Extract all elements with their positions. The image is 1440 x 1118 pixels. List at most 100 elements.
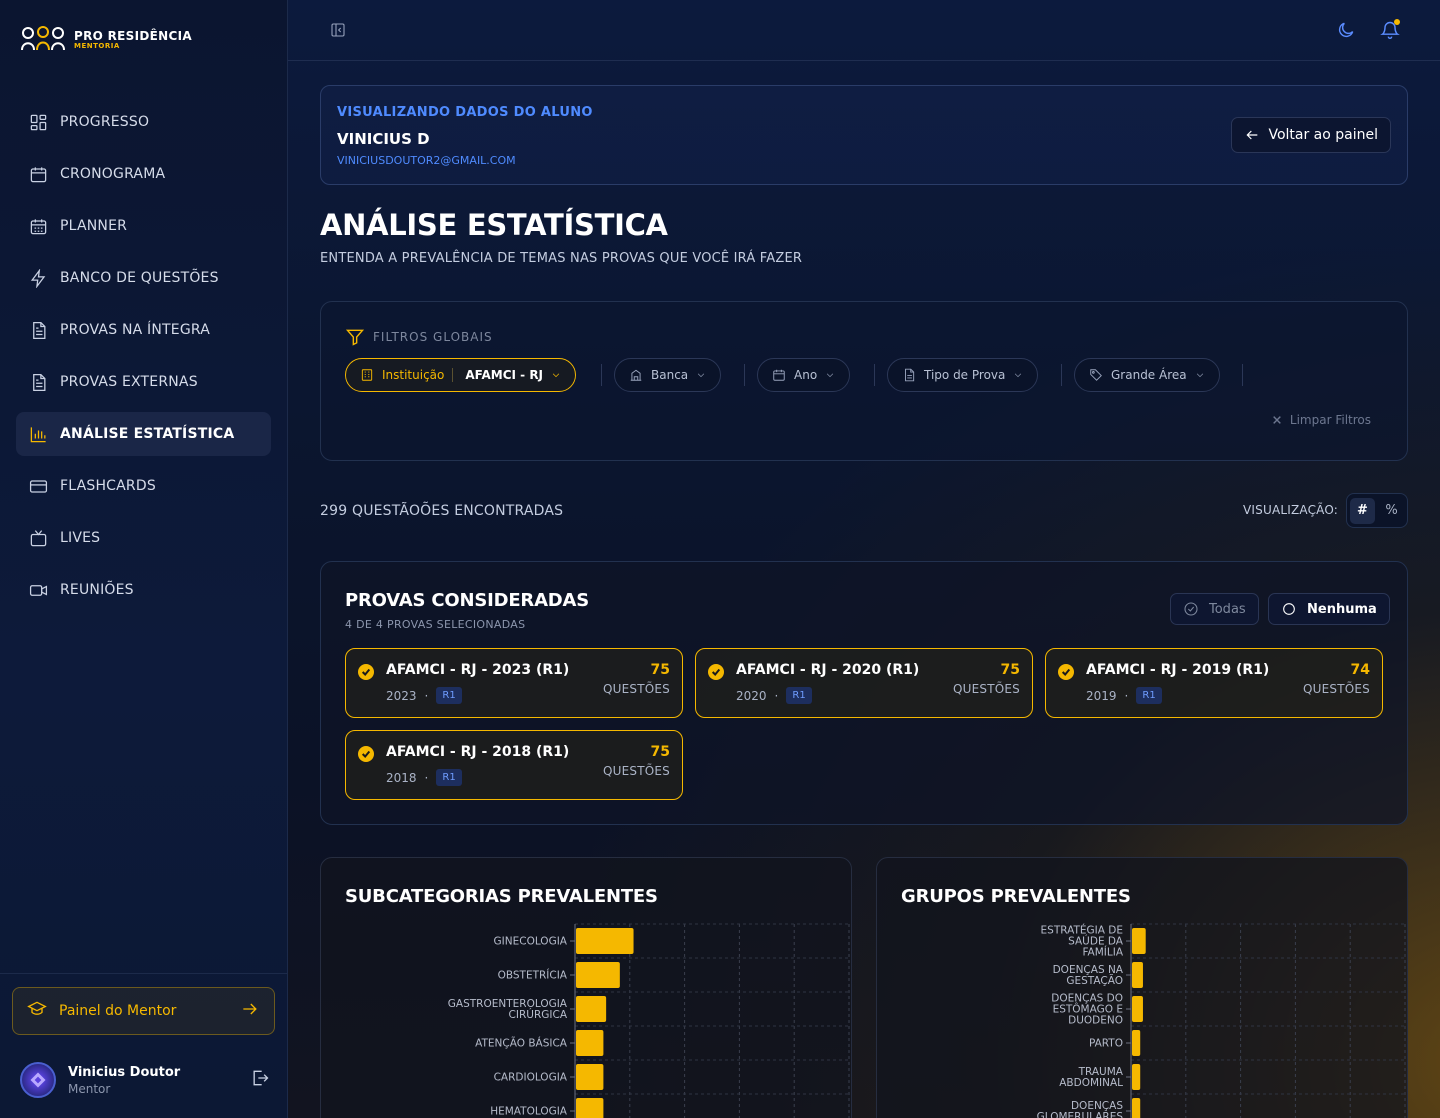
tick-label: GASTROENTEROLOGIA CIRÚRGICA xyxy=(448,998,568,1021)
tick-label: DOENÇAS DO ESTÔMAGO E DUODENO xyxy=(1051,993,1123,1027)
percent-mode-button[interactable]: % xyxy=(1379,498,1404,524)
back-to-panel-label: Voltar ao painel xyxy=(1268,127,1378,143)
ano-filter[interactable]: Ano xyxy=(757,358,851,392)
banca-filter[interactable]: Banca xyxy=(614,358,722,392)
check-icon xyxy=(1058,664,1074,680)
graduation-cap-icon xyxy=(27,999,47,1023)
clear-filters-button[interactable]: Limpar Filtros xyxy=(1272,413,1371,427)
bar[interactable] xyxy=(576,1030,604,1056)
bar[interactable] xyxy=(576,996,607,1022)
sidebar-item-label: REUNIÕES xyxy=(60,582,134,598)
brand-name: PRO RESIDÊNCIA xyxy=(74,28,192,43)
sidebar-item-reunioes[interactable]: REUNIÕES xyxy=(16,568,271,612)
topbar xyxy=(288,0,1440,61)
close-icon xyxy=(1273,416,1281,424)
divider xyxy=(874,364,875,386)
avatar[interactable] xyxy=(20,1062,56,1098)
sidebar-item-label: PLANNER xyxy=(60,218,128,234)
sidebar-item-analise-estatistica[interactable]: ANÁLISE ESTATÍSTICA xyxy=(16,412,271,456)
divider xyxy=(601,364,602,386)
check-circle-icon xyxy=(1184,602,1198,616)
mentor-panel-button[interactable]: Painel do Mentor xyxy=(12,987,275,1035)
sidebar-item-provas-na-integra[interactable]: PROVAS NA ÍNTEGRA xyxy=(16,308,271,352)
select-all-button[interactable]: Todas xyxy=(1170,593,1259,625)
card-icon xyxy=(28,476,48,496)
bar[interactable] xyxy=(1132,962,1143,988)
sidebar-nav: PROGRESSO CRONOGRAMA PLANNER BANCO DE QU… xyxy=(16,100,271,620)
grande-area-filter[interactable]: Grande Área xyxy=(1074,358,1220,392)
divider xyxy=(744,364,745,386)
sidebar-item-label: BANCO DE QUESTÕES xyxy=(60,270,219,286)
tick-label: DOENÇAS GLOMERULARES xyxy=(1037,1100,1124,1118)
tipo-prova-filter-label: Tipo de Prova xyxy=(924,368,1006,382)
exam-card[interactable]: AFAMCI - RJ - 2023 (R1) 2023 · R1 75 QUEST… xyxy=(345,648,683,718)
page-subtitle: ENTENDA A PREVALÊNCIA DE TEMAS NAS PROVA… xyxy=(320,251,803,266)
tag-icon xyxy=(1090,369,1102,381)
bar[interactable] xyxy=(576,1064,604,1090)
tick-label: TRAUMA ABDOMINAL xyxy=(1059,1066,1124,1089)
check-icon xyxy=(708,664,724,680)
institution-filter-value: AFAMCI - RJ xyxy=(452,368,543,382)
exam-year: 2020 xyxy=(736,688,767,703)
check-icon xyxy=(358,746,374,762)
exam-year: 2018 xyxy=(386,770,417,785)
check-icon xyxy=(358,664,374,680)
institution-filter[interactable]: Instituição AFAMCI - RJ xyxy=(345,358,577,392)
moon-icon[interactable] xyxy=(1336,20,1356,44)
exam-card[interactable]: AFAMCI - RJ - 2018 (R1) 2018 · R1 75 QUEST… xyxy=(345,730,683,800)
exam-questions-label: QUESTÕES xyxy=(952,682,1020,696)
bar[interactable] xyxy=(576,1098,604,1118)
bar[interactable] xyxy=(1132,1064,1141,1090)
bar[interactable] xyxy=(1132,928,1146,954)
sidebar-item-provas-externas[interactable]: PROVAS EXTERNAS xyxy=(16,360,271,404)
results-count: 299 QUESTÃOÕES ENCONTRADAS xyxy=(320,503,564,519)
sidebar-item-label: FLASHCARDS xyxy=(60,478,156,494)
sidebar-item-label: ANÁLISE ESTATÍSTICA xyxy=(60,426,235,442)
bar[interactable] xyxy=(576,962,620,988)
exam-name: AFAMCI - RJ - 2023 (R1) xyxy=(386,662,570,678)
tipo-prova-filter[interactable]: Tipo de Prova xyxy=(887,358,1039,392)
exam-name: AFAMCI - RJ - 2020 (R1) xyxy=(736,662,920,678)
document-icon xyxy=(28,372,48,392)
brand-logo[interactable]: PRO RESIDÊNCIA MENTORIA xyxy=(20,26,192,52)
tick-label: HEMATOLOGIA xyxy=(490,1106,568,1118)
sidebar-item-lives[interactable]: LIVES xyxy=(16,516,271,560)
building-icon xyxy=(361,369,373,381)
sidebar-toggle-icon[interactable] xyxy=(330,22,346,42)
exam-card[interactable]: AFAMCI - RJ - 2020 (R1) 2020 · R1 75 QUEST… xyxy=(695,648,1033,718)
count-mode-button[interactable]: # xyxy=(1350,497,1375,524)
sidebar-item-cronograma[interactable]: CRONOGRAMA xyxy=(16,152,271,196)
bar[interactable] xyxy=(1132,996,1143,1022)
logout-icon[interactable] xyxy=(250,1068,270,1092)
exam-level-badge: R1 xyxy=(436,769,462,786)
exam-card[interactable]: AFAMCI - RJ - 2019 (R1) 2019 · R1 74 QUEST… xyxy=(1045,648,1383,718)
provas-subtitle: 4 DE 4 PROVAS SELECIONADAS xyxy=(345,618,526,631)
main-content: VISUALIZANDO DADOS DO ALUNO VINICIUS D V… xyxy=(288,0,1440,1118)
tv-icon xyxy=(28,528,48,548)
exam-question-count: 75 xyxy=(650,662,670,678)
visualization-toggle: # % xyxy=(1346,493,1408,528)
sidebar-item-banco-de-questoes[interactable]: BANCO DE QUESTÕES xyxy=(16,256,271,300)
user-role: Mentor xyxy=(68,1081,111,1096)
sidebar-item-progresso[interactable]: PROGRESSO xyxy=(16,100,271,144)
sidebar-footer: Painel do Mentor Vinicius Doutor Mentor xyxy=(0,973,287,1118)
sidebar-item-flashcards[interactable]: FLASHCARDS xyxy=(16,464,271,508)
bell-icon[interactable] xyxy=(1380,19,1400,44)
bar[interactable] xyxy=(1132,1098,1141,1118)
back-to-panel-button[interactable]: Voltar ao painel xyxy=(1231,117,1391,153)
select-none-button[interactable]: Nenhuma xyxy=(1268,593,1390,625)
bar[interactable] xyxy=(1132,1030,1141,1056)
select-none-label: Nenhuma xyxy=(1307,601,1377,617)
document-icon xyxy=(905,368,915,382)
exam-question-count: 75 xyxy=(1000,662,1020,678)
sidebar-item-planner[interactable]: PLANNER xyxy=(16,204,271,248)
sidebar-item-label: CRONOGRAMA xyxy=(60,166,166,182)
sidebar-item-label: PROVAS EXTERNAS xyxy=(60,374,198,390)
provas-consideradas: PROVAS CONSIDERADAS 4 DE 4 PROVAS SELECI… xyxy=(320,561,1408,825)
bar[interactable] xyxy=(576,928,634,954)
calendar-icon xyxy=(28,164,48,184)
diamond-logo-icon xyxy=(30,1072,46,1088)
exam-name: AFAMCI - RJ - 2018 (R1) xyxy=(386,744,570,760)
circle-icon xyxy=(1283,603,1295,615)
chevron-down-icon xyxy=(698,373,705,378)
